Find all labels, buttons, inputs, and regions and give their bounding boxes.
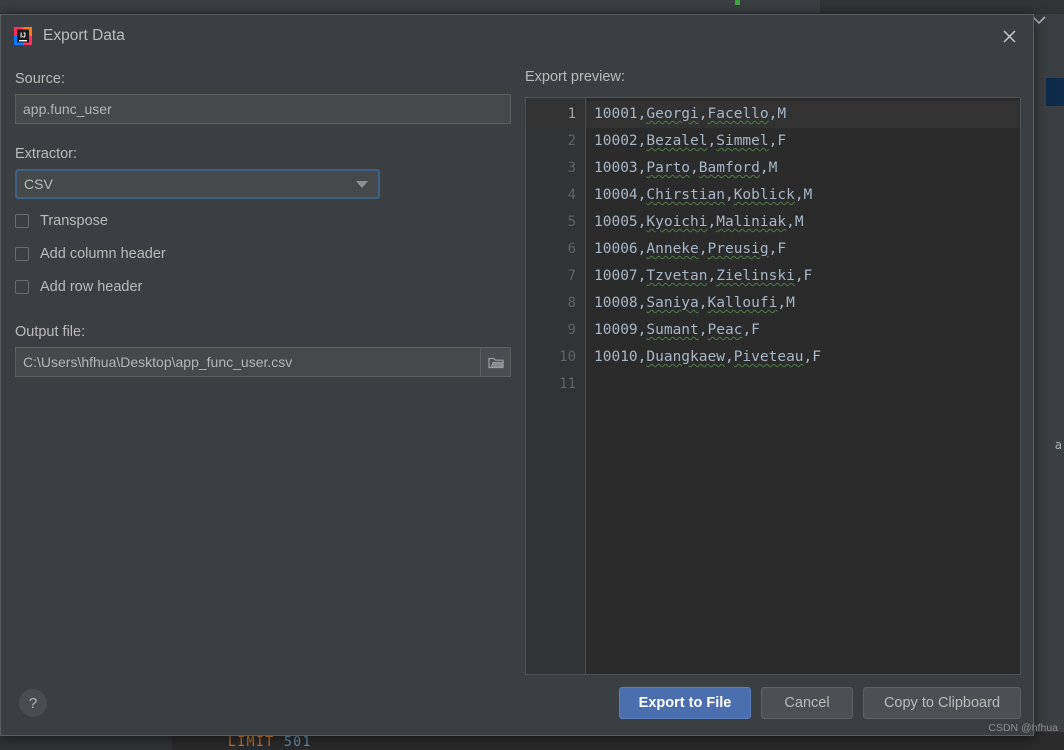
line-number: 5 [567,214,576,230]
copy-to-clipboard-button[interactable]: Copy to Clipboard [863,687,1021,719]
preview-line: 10001,Georgi,Facello,M [586,101,1020,128]
spellcheck-token: Chirstian [646,187,725,203]
line-number: 6 [567,241,576,257]
spellcheck-token: Bamford [698,160,760,176]
spellcheck-token: Anneke [646,241,699,257]
background-sql-fragment: LIMIT 501 [228,735,312,750]
sql-number: 501 [283,735,312,750]
spellcheck-token: Bezalel [646,133,708,149]
intellij-idea-icon: IJ [14,27,32,45]
spellcheck-token: Facello [707,106,769,122]
spellcheck-token: Piveteau [733,349,804,365]
spellcheck-token: Sumant [646,322,699,338]
line-number: 8 [567,295,576,311]
source-label: Source: [15,71,65,87]
line-number: 11 [559,376,576,392]
output-file-block: Output file: [15,324,511,377]
chevron-down-icon [1032,16,1046,25]
help-icon: ? [28,694,38,712]
dialog-title-bar: IJ Export Data [1,15,1033,57]
export-preview-pane: Export preview: 1 2 3 4 5 6 7 8 9 10 11 10001,Geor… [525,69,1021,675]
preview-code-area[interactable]: 10001,Georgi,Facello,M 10002,Bezalel,Simm… [586,98,1020,674]
line-number: 10 [559,349,576,365]
dialog-button-row: Export to File Cancel Copy to Clipboard [619,687,1021,719]
spellcheck-token: Simmel [716,133,769,149]
output-file-label: Output file: [15,324,86,340]
background-selection-strip [1046,78,1064,106]
export-preview-editor[interactable]: 1 2 3 4 5 6 7 8 9 10 11 10001,Georgi,Facello,M 1000… [525,97,1021,675]
background-status-dot [735,0,740,5]
checkbox-add-row-header[interactable]: Add row header [15,276,511,298]
preview-line [586,371,1020,398]
preview-line: 10009,Sumant,Peac,F [594,322,760,338]
checkbox-box [15,280,29,294]
extractor-selected-value: CSV [24,176,53,192]
spellcheck-token: Koblick [733,187,795,203]
dialog-footer: ? Export to File Cancel Copy to Clipboar… [1,675,1033,735]
output-file-wrap [15,347,511,377]
browse-button[interactable] [480,348,510,376]
spellcheck-token: Zielinski [716,268,795,284]
export-data-dialog: IJ Export Data Source: Extractor: CSV [0,14,1034,736]
background-right-panel [1046,14,1064,734]
source-input[interactable] [15,94,511,124]
background-right-letter: a [1054,438,1062,452]
line-number: 3 [567,160,576,176]
spellcheck-token: Peac [707,322,743,338]
close-button[interactable] [991,21,1027,51]
output-file-input[interactable] [15,347,511,377]
checkbox-box [15,214,29,228]
background-toolbar-strip-right [820,0,1064,14]
spellcheck-token: Kyoichi [646,214,708,230]
source-block: Source: [15,71,511,124]
export-preview-label: Export preview: [525,69,625,85]
spellcheck-token: Tzvetan [646,268,708,284]
extractor-select[interactable]: CSV [15,169,380,199]
line-number: 1 [526,101,585,128]
sql-keyword: LIMIT [228,735,275,750]
background-toolbar-strip [0,0,820,14]
cancel-button[interactable]: Cancel [761,687,853,719]
extractor-block: Extractor: CSV [15,146,511,199]
preview-line: 10004,Chirstian,Koblick,M [594,187,813,203]
checkbox-transpose[interactable]: Transpose [15,210,511,232]
spellcheck-token: Georgi [646,106,699,122]
preview-line: 10002,Bezalel,Simmel,F [594,133,787,149]
watermark: CSDN @hfhua [988,722,1058,734]
preview-line: 10005,Kyoichi,Maliniak,M [594,214,804,230]
spellcheck-token: Preusig [707,241,769,257]
spellcheck-token: Saniya [646,295,699,311]
line-number: 7 [567,268,576,284]
spellcheck-token: Parto [646,160,691,176]
preview-line: 10010,Duangkaew,Piveteau,F [594,349,822,365]
spellcheck-token: Duangkaew [646,349,725,365]
preview-line: 10008,Saniya,Kalloufi,M [594,295,795,311]
folder-icon [487,357,504,368]
help-button[interactable]: ? [19,689,47,717]
line-number: 2 [567,133,576,149]
spellcheck-token: Kalloufi [707,295,778,311]
preview-line: 10003,Parto,Bamford,M [594,160,778,176]
preview-line: 10007,Tzvetan,Zielinski,F [594,268,813,284]
dialog-body: Source: Extractor: CSV Transpose Add col… [1,57,1033,735]
checkbox-add-column-header[interactable]: Add column header [15,243,511,265]
extractor-label: Extractor: [15,146,78,162]
close-icon [1002,29,1016,43]
dialog-title: Export Data [43,27,125,44]
line-number: 9 [567,322,576,338]
export-options-pane: Source: Extractor: CSV Transpose Add col… [15,71,511,675]
line-number-gutter: 1 2 3 4 5 6 7 8 9 10 11 [526,98,586,674]
preview-line: 10006,Anneke,Preusig,F [594,241,787,257]
checkbox-label: Add column header [40,246,166,262]
spellcheck-token: Maliniak [716,214,787,230]
chevron-down-icon [356,181,368,188]
checkbox-label: Add row header [40,279,143,295]
checkbox-box [15,247,29,261]
line-number: 4 [567,187,576,203]
export-to-file-button[interactable]: Export to File [619,687,751,719]
checkbox-label: Transpose [40,213,108,229]
svg-text:IJ: IJ [20,33,26,40]
